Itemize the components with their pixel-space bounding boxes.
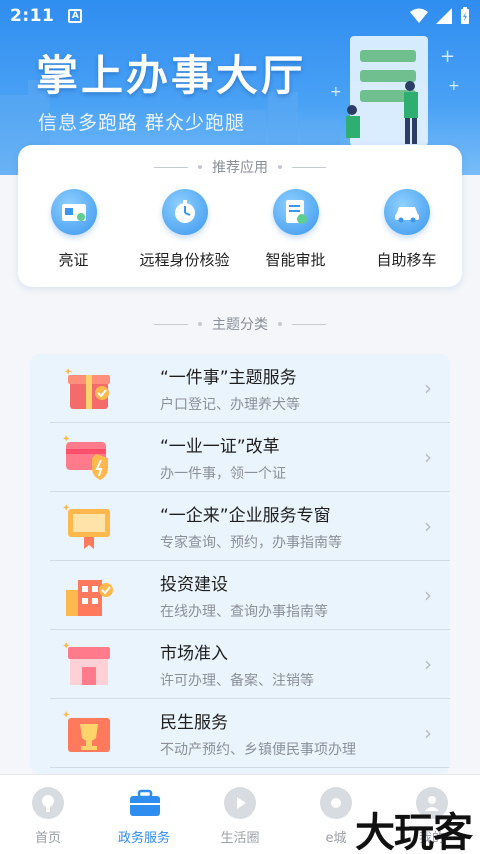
theme-item-desc: 办一件事，领一个证 [160,465,286,482]
trophy-icon: ✦ [58,705,120,761]
theme-item-desc: 在线办理、查询办事指南等 [160,603,328,620]
car-icon [383,189,430,235]
divider-line [292,323,326,325]
theme-item-investment-construction[interactable]: 投资建设 在线办理、查询办事指南等 › [50,561,450,630]
svg-text:+: + [440,46,455,67]
app-label: 自助移车 [376,251,437,269]
play-icon [224,787,256,819]
divider-dot [278,165,282,169]
svg-text:+: + [330,84,342,100]
card-shield-icon: ✦ [58,429,120,485]
watermark-text: 大玩客 [355,809,473,854]
theme-item-market-access[interactable]: ✦ 市场准入 许可办理、备案、注销等 › [50,630,450,699]
divider-line [154,323,188,325]
app-label: 智能审批 [265,251,326,269]
nav-label: 生活圈 [220,831,260,846]
notification-a-icon: A [68,9,83,23]
chevron-right-icon: › [424,376,432,400]
certificate-icon: ✦ [58,498,120,554]
svg-text:✦: ✦ [62,434,70,445]
signal-icon [436,8,452,24]
divider-dot [278,322,282,326]
theme-item-desc: 许可办理、备案、注销等 [160,672,314,689]
app-smart-approval[interactable]: 智能审批 [241,189,351,270]
home-icon [32,787,64,819]
chevron-right-icon: › [424,514,432,538]
flower-icon [320,787,352,819]
gift-box-icon: ✦ [58,360,120,416]
stopwatch-icon [161,189,208,235]
theme-item-desc: 专家查询、预约，办事指南等 [160,534,342,551]
divider-dot [198,322,202,326]
id-card-icon [50,189,97,235]
status-bar: 2:11 A [0,0,480,32]
nav-home[interactable]: 首页 [0,775,96,854]
theme-item-name: “一件事”主题服务 [160,367,297,388]
nav-life-circle[interactable]: 生活圈 [192,775,288,854]
nav-label: e城 [325,831,347,846]
status-time: 2:11 [10,6,55,26]
themes-section-header: 主题分类 [0,314,480,334]
theme-item-name: “一企来”企业服务专窗 [160,505,331,526]
nav-label: 政务服务 [117,831,170,846]
app-remote-identity-check[interactable]: 远程身份核验 [130,189,240,270]
theme-item-name: “一业一证”改革 [160,436,280,457]
svg-text:✦: ✦ [62,503,70,514]
theme-item-name: 市场准入 [160,643,228,664]
document-icon [272,189,319,235]
themes-title: 主题分类 [212,317,268,333]
theme-item-desc: 户口登记、办理养犬等 [160,396,300,413]
divider-dot [198,165,202,169]
storefront-icon: ✦ [58,636,120,692]
banner-title: 掌上办事大厅 [36,51,307,100]
svg-text:✦: ✦ [62,710,70,721]
theme-item-enterprise-service-window[interactable]: ✦ “一企来”企业服务专窗 专家查询、预约，办事指南等 › [50,492,450,561]
battery-icon [461,7,469,24]
theme-item-one-industry-one-license[interactable]: ✦ “一业一证”改革 办一件事，领一个证 › [50,423,450,492]
svg-text:+: + [448,78,460,94]
chevron-right-icon: › [424,583,432,607]
divider-line [292,166,326,168]
theme-item-name: 投资建设 [160,574,228,595]
theme-item-name: 民生服务 [160,712,228,733]
recommended-title: 推荐应用 [212,160,268,176]
recommended-section-header: 推荐应用 [18,157,462,177]
building-icon [58,567,120,623]
app-liangzheng[interactable]: 亮证 [19,189,129,270]
theme-item-livelihood-services[interactable]: ✦ 民生服务 不动产预约、乡镇便民事项办理 › [50,699,450,768]
app-label: 亮证 [58,251,89,269]
nav-label: 首页 [34,831,61,846]
theme-item-desc: 不动产预约、乡镇便民事项办理 [160,741,356,758]
chevron-right-icon: › [424,721,432,745]
recommended-apps-card: 推荐应用 亮证 远程身份核验 智能审批 自助移车 [18,145,462,287]
theme-item-one-thing[interactable]: ✦ “一件事”主题服务 户口登记、办理养犬等 › [50,354,450,423]
banner-slogan: 信息多跑路 群众少跑腿 [38,112,246,134]
divider-line [154,166,188,168]
theme-list: ✦ “一件事”主题服务 户口登记、办理养犬等 › ✦ “一业一证”改革 办一件事… [30,354,450,774]
svg-text:✦: ✦ [64,367,72,378]
app-label: 远程身份核验 [139,251,230,269]
wifi-icon [410,8,428,23]
app-self-service-move-car[interactable]: 自助移车 [352,189,462,270]
svg-text:✦: ✦ [62,641,70,652]
chevron-right-icon: › [424,652,432,676]
briefcase-icon [128,787,160,819]
nav-government-services[interactable]: 政务服务 [96,775,192,854]
chevron-right-icon: › [424,445,432,469]
